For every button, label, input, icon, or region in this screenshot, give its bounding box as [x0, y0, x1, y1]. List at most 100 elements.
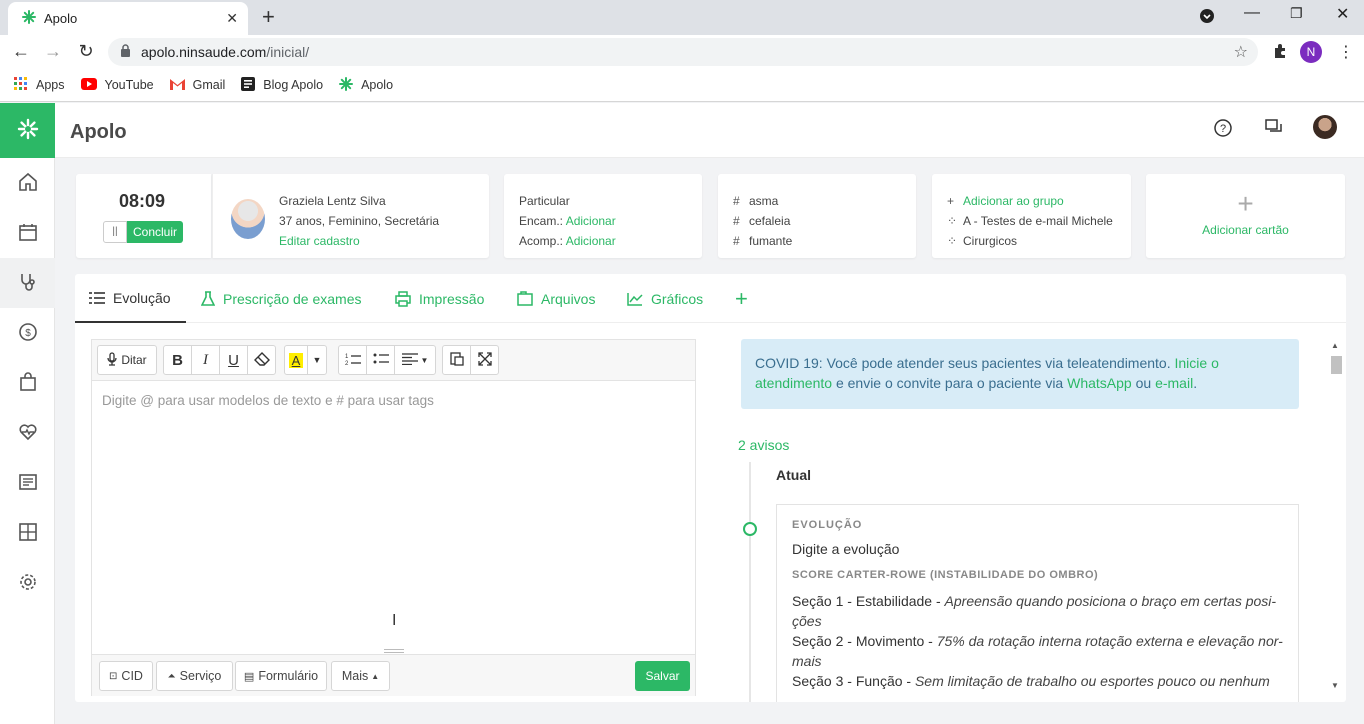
scroll-up-icon[interactable]: ▲ [1331, 341, 1339, 350]
app-header: Apolo ? [55, 103, 1364, 158]
sidebar-item-home[interactable] [0, 158, 55, 208]
help-icon[interactable]: ? [1214, 119, 1232, 140]
profile-avatar[interactable]: N [1300, 41, 1322, 63]
align-dropdown-button[interactable]: ▼ [394, 345, 436, 375]
sidebar-item-records[interactable] [0, 458, 55, 508]
scroll-thumb[interactable] [1331, 356, 1342, 374]
youtube-icon [80, 77, 97, 93]
tab-arquivos[interactable]: Arquivos [517, 274, 595, 323]
ordered-list-button[interactable]: 12 [338, 345, 367, 375]
add-card-button[interactable]: + Adicionar cartão [1146, 174, 1345, 258]
score-value: Apreensão quando posiciona o braço em ce… [944, 593, 1277, 609]
form-button[interactable]: ▤ Formulário [235, 661, 327, 691]
editor-placeholder[interactable]: Digite @ para usar modelos de texto e # … [102, 393, 434, 408]
color-dropdown-button[interactable]: ▼ [307, 345, 327, 375]
browser-menu-icon[interactable]: ⋮ [1338, 42, 1354, 62]
bookmark-star-icon[interactable]: ☆ [1234, 42, 1248, 62]
cid-icon: ⊡ [109, 670, 118, 682]
bookmark-blog-apolo[interactable]: Blog Apolo [241, 76, 323, 94]
acomp-add-link[interactable]: Adicionar [566, 234, 616, 248]
bookmark-label: Apolo [361, 78, 394, 92]
new-tab-button[interactable]: + [262, 5, 275, 29]
encam-add-link[interactable]: Adicionar [566, 214, 616, 228]
cid-label: CID [121, 669, 143, 683]
minimize-icon[interactable]: — [1244, 4, 1260, 22]
add-group-link[interactable]: + Adicionar ao grupo [947, 191, 1113, 211]
eraser-button[interactable] [247, 345, 276, 375]
tab-prescricao[interactable]: Prescrição de exames [201, 274, 362, 323]
conclude-button[interactable]: Concluir [127, 221, 183, 243]
timer-card: 08:09 || Concluir [76, 174, 211, 258]
score-value: mais [792, 653, 822, 669]
tag-label: fumante [749, 234, 793, 248]
sidebar-item-calendar[interactable] [0, 208, 55, 258]
window-close-icon[interactable]: ✕ [1336, 4, 1349, 24]
dollar-icon: $ [18, 322, 38, 345]
tab-search-icon[interactable] [1199, 8, 1215, 29]
tag-item[interactable]: # cefaleia [733, 211, 792, 231]
underline-button[interactable]: U [219, 345, 248, 375]
forward-icon[interactable]: → [42, 41, 64, 62]
address-bar[interactable]: apolo.ninsaude.com/inicial/ ☆ [108, 38, 1258, 66]
bookmark-apps[interactable]: Apps [14, 76, 65, 94]
resize-handle[interactable] [384, 649, 404, 653]
plus-icon: + [947, 194, 955, 208]
bullet-list-button[interactable] [366, 345, 395, 375]
sidebar-item-settings[interactable] [0, 558, 55, 608]
cid-button[interactable]: ⊡ CID [99, 661, 153, 691]
score-item: Seção 2 - Movimento - 75% da rotação int… [792, 631, 1283, 651]
tag-item[interactable]: # asma [733, 191, 792, 211]
reload-icon[interactable]: ↻ [75, 41, 97, 62]
sidebar-item-finance[interactable]: $ [0, 308, 55, 358]
encam-label: Encam.: [519, 214, 564, 228]
tab-graficos[interactable]: Gráficos [627, 274, 703, 323]
email-link[interactable]: e-mail [1155, 375, 1193, 391]
user-avatar[interactable] [1313, 115, 1337, 139]
save-button[interactable]: Salvar [635, 661, 690, 691]
italic-button[interactable]: I [191, 345, 220, 375]
sidebar-item-store[interactable] [0, 358, 55, 408]
insurance-type: Particular [519, 194, 570, 208]
back-icon[interactable]: ← [10, 41, 32, 62]
bold-button[interactable]: B [163, 345, 192, 375]
bookmark-apolo[interactable]: Apolo [339, 76, 394, 94]
add-card-label: Adicionar cartão [1202, 223, 1289, 237]
close-tab-icon[interactable]: ✕ [226, 10, 238, 27]
group-item[interactable]: ⁘ A - Testes de e-mail Michele [947, 211, 1113, 231]
whatsapp-link[interactable]: WhatsApp [1067, 375, 1132, 391]
record-tabs: Evolução Prescrição de exames Impressão … [75, 274, 1346, 323]
paste-text-button[interactable] [442, 345, 471, 375]
tag-item[interactable]: # fumante [733, 231, 792, 251]
fullscreen-button[interactable] [470, 345, 499, 375]
edit-patient-link[interactable]: Editar cadastro [279, 231, 439, 251]
sidebar-item-health[interactable] [0, 408, 55, 458]
notices-link[interactable]: 2 avisos [738, 437, 789, 453]
add-tab-button[interactable]: + [735, 274, 748, 323]
browser-tab[interactable]: Apolo ✕ [8, 2, 248, 35]
form-label: Formulário [258, 669, 319, 683]
bookmark-gmail[interactable]: Gmail [169, 78, 225, 93]
chat-icon[interactable] [1265, 119, 1283, 140]
restore-icon[interactable]: ❐ [1290, 5, 1303, 22]
browser-tab-strip: Apolo ✕ + — ❐ ✕ [0, 0, 1364, 35]
tab-evolucao[interactable]: Evolução [75, 274, 186, 323]
group-item[interactable]: ⁘ Cirurgicos [947, 231, 1113, 251]
sidebar-item-attendance[interactable] [0, 258, 55, 308]
service-button[interactable]: ⏶ Serviço [156, 661, 233, 691]
lock-icon [120, 44, 131, 60]
dictate-button[interactable]: Ditar [97, 345, 157, 375]
scroll-down-icon[interactable]: ▼ [1331, 681, 1339, 690]
gear-icon [18, 572, 38, 595]
tab-impressao[interactable]: Impressão [395, 274, 484, 323]
bookmark-youtube[interactable]: YouTube [80, 77, 154, 93]
score-value: 75% da rotação interna rotação externa e… [936, 633, 1283, 649]
right-panel-scrollbar[interactable]: ▲ ▼ [1327, 339, 1343, 694]
app-logo[interactable] [0, 103, 55, 158]
dashboard-icon [18, 522, 38, 545]
more-button[interactable]: Mais ▲ [331, 661, 390, 691]
extensions-icon[interactable] [1272, 43, 1288, 62]
highlight-color-button[interactable]: A [284, 345, 308, 375]
pause-button[interactable]: || [103, 221, 127, 243]
sidebar-item-dashboard[interactable] [0, 508, 55, 558]
timeline-dot [743, 522, 757, 536]
